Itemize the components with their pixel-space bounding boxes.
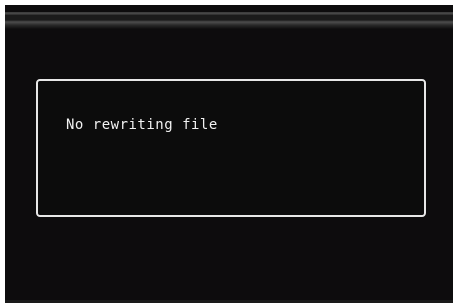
header-bar xyxy=(5,12,453,29)
bottom-edge xyxy=(5,300,453,303)
dialog-message: No rewriting file xyxy=(66,117,218,133)
message-dialog: No rewriting file xyxy=(36,79,426,217)
device-screen: No rewriting file xyxy=(5,5,453,303)
